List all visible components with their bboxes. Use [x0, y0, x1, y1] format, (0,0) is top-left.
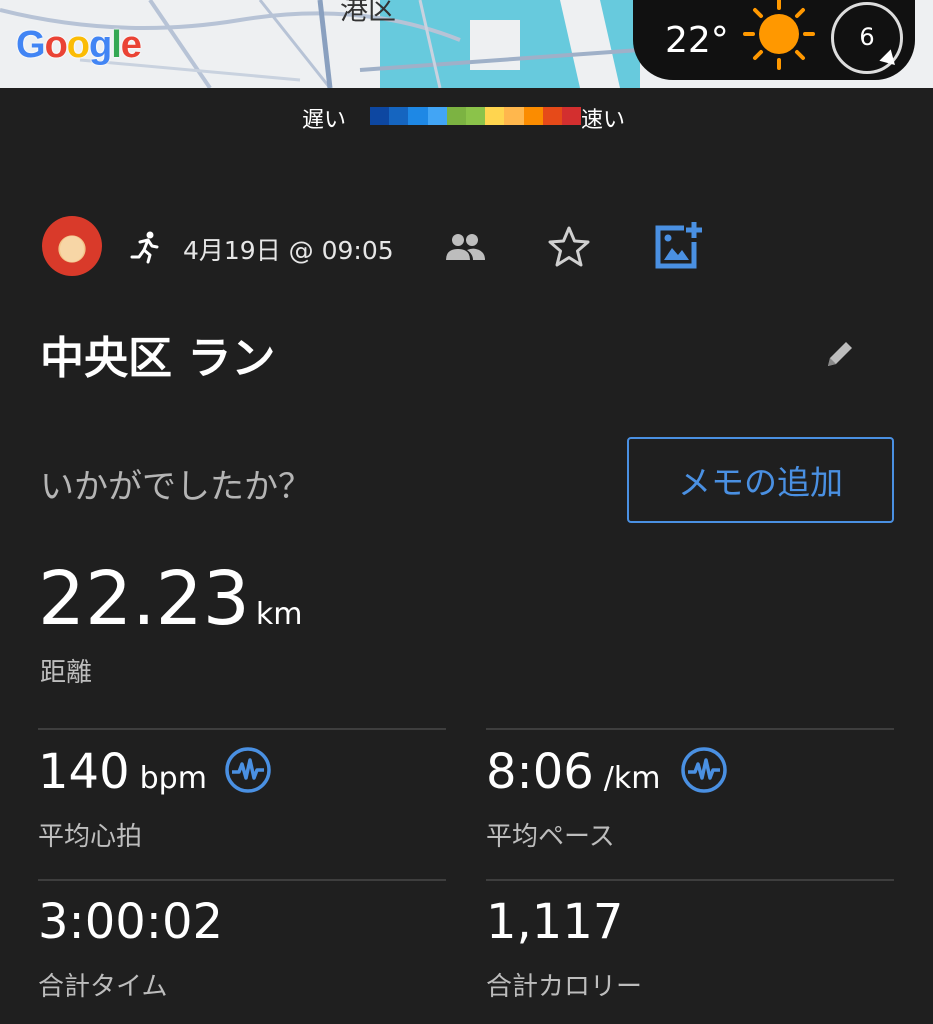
pace-legend: 遅い 速い [0, 100, 933, 134]
pace-color-swatch [446, 107, 466, 125]
pace-color-swatch [504, 107, 524, 125]
legend-fast-label: 速い [581, 108, 626, 133]
pace-color-swatch [408, 107, 428, 125]
pace-color-swatch [523, 107, 543, 125]
wind-speed: 6 [859, 23, 875, 51]
activity-date: 4月19日 @ 09:05 [183, 236, 394, 265]
avatar[interactable] [42, 216, 102, 276]
total-calories-value: 1,117 [486, 894, 624, 950]
weather-widget: 22° 6 [633, 0, 915, 80]
map-preview[interactable]: 港区 Google 22° 6 [0, 0, 933, 88]
pace-color-scale [370, 107, 582, 125]
total-time-label: 合計タイム [38, 972, 168, 1002]
pace-color-swatch [485, 107, 505, 125]
pace-color-swatch [465, 107, 486, 125]
feedback-question: いかがでしたか？ [40, 467, 312, 507]
pace-color-swatch [561, 107, 582, 125]
avg-heart-rate-unit: bpm [139, 761, 207, 796]
people-icon[interactable] [443, 230, 487, 264]
distance-unit: km [255, 597, 303, 632]
wind-direction-icon [879, 49, 901, 71]
pace-color-swatch [389, 107, 409, 125]
distance-label: 距離 [40, 658, 93, 688]
avg-pace-stat[interactable]: 8:06/km 平均ペース [486, 744, 661, 852]
running-icon [130, 231, 159, 264]
avg-heart-rate-value: 140 [38, 744, 130, 800]
avg-heart-rate-label: 平均心拍 [38, 822, 143, 852]
total-time-stat[interactable]: 3:00:02 合計タイム [38, 894, 224, 1002]
edit-pencil-icon[interactable] [822, 336, 858, 372]
activity-header: 4月19日 @ 09:05 [0, 216, 933, 280]
distance-number: 22.23 [38, 556, 250, 642]
avg-heart-rate-stat[interactable]: 140 bpm 平均心拍 [38, 744, 207, 852]
avg-pace-unit: /km [603, 761, 661, 796]
wind-indicator: 6 [831, 2, 903, 74]
pace-color-swatch [370, 107, 390, 125]
divider [38, 728, 446, 730]
google-logo: Google [16, 24, 142, 66]
legend-slow-label: 遅い [302, 108, 347, 133]
sun-icon [743, 0, 815, 70]
total-calories-stat[interactable]: 1,117 合計カロリー [486, 894, 642, 1002]
avg-pace-value: 8:06 [486, 744, 594, 800]
chart-details-icon[interactable] [224, 746, 272, 794]
pace-color-swatch [427, 107, 447, 125]
add-photo-icon[interactable] [652, 220, 704, 272]
total-calories-label: 合計カロリー [486, 972, 643, 1002]
add-memo-button[interactable]: メモの追加 [627, 437, 894, 523]
activity-title: 中央区 ラン [40, 333, 276, 384]
star-icon[interactable] [546, 224, 592, 270]
divider [486, 728, 894, 730]
distance-value: 22.23 km [38, 556, 302, 642]
temperature: 22° [665, 20, 729, 61]
avg-pace-label: 平均ペース [486, 822, 615, 852]
divider [38, 879, 446, 881]
total-time-value: 3:00:02 [38, 894, 224, 950]
map-area-label: 港区 [340, 0, 397, 26]
divider [486, 879, 894, 881]
chart-details-icon[interactable] [680, 746, 728, 794]
pace-color-swatch [542, 107, 562, 125]
